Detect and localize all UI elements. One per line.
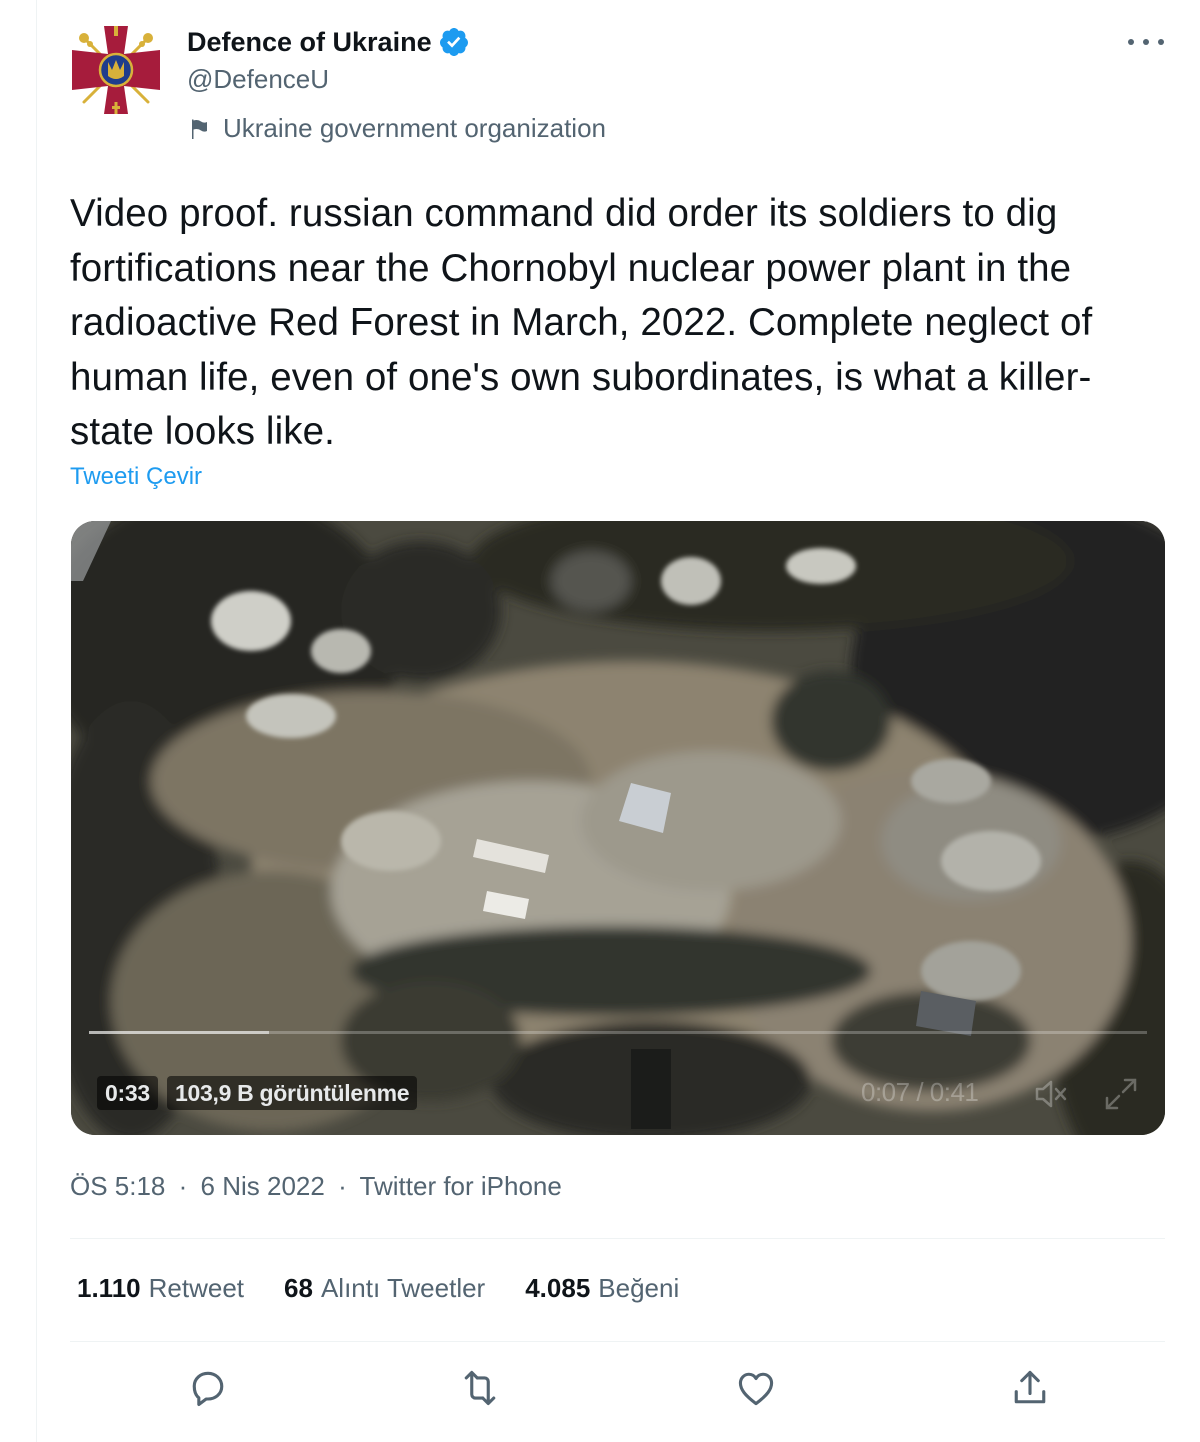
action-bar [0, 1366, 1200, 1410]
timeline-border [36, 0, 37, 1442]
video-player[interactable]: 0:33 103,9 B görüntülenme 0:07 / 0:41 [71, 521, 1165, 1135]
translate-link[interactable]: Tweeti Çevir [70, 463, 202, 491]
ministry-emblem-icon [72, 26, 160, 114]
like-count: 4.085 [525, 1273, 591, 1303]
retweet-icon[interactable] [458, 1366, 502, 1410]
meta-separator: · [178, 1171, 188, 1201]
avatar[interactable] [70, 24, 162, 116]
verified-badge-icon [439, 28, 468, 56]
mute-icon[interactable] [1031, 1074, 1071, 1114]
handle[interactable]: @DefenceU [187, 64, 606, 95]
meta-separator: · [338, 1171, 347, 1201]
video-frame [71, 521, 1165, 1135]
divider [70, 1341, 1165, 1342]
quote-count: 68 [284, 1273, 313, 1303]
quote-label: Alıntı Tweetler [320, 1273, 486, 1303]
tweet-date[interactable]: 6 Nis 2022 [201, 1171, 325, 1201]
display-name[interactable]: Defence of Ukraine [187, 27, 432, 58]
affiliation-text: Ukraine government organization [223, 113, 606, 143]
divider [70, 1238, 1165, 1239]
engagement-stats: 1.110 Retweet 68 Alıntı Tweetler 4.085 Beğe… [77, 1273, 719, 1304]
remaining-time-badge: 0:33 [97, 1076, 158, 1110]
retweet-stat[interactable]: 1.110 Retweet [77, 1273, 244, 1304]
flag-icon [192, 119, 207, 139]
affiliation-label: Ukraine government organization [187, 113, 606, 144]
share-icon[interactable] [1008, 1366, 1052, 1410]
progress-bar[interactable] [89, 1031, 1147, 1034]
like-stat[interactable]: 4.085 Beğeni [525, 1273, 679, 1304]
more-icon[interactable] [1128, 30, 1164, 54]
tweet-text: Video proof. russian command did order i… [70, 192, 1093, 453]
fullscreen-icon[interactable] [1101, 1074, 1141, 1114]
progress-fill [89, 1031, 269, 1034]
timecode: 0:07 / 0:41 [861, 1077, 979, 1107]
retweet-count: 1.110 [77, 1273, 141, 1303]
quote-stat[interactable]: 68 Alıntı Tweetler [284, 1273, 485, 1304]
like-label: Beğeni [598, 1273, 680, 1303]
like-icon[interactable] [734, 1366, 778, 1410]
author-block: Defence of Ukraine @DefenceU Ukraine gov… [187, 24, 606, 144]
view-count-badge: 103,9 B görüntülenme [167, 1076, 418, 1110]
tweet-meta: ÖS 5:18 · 6 Nis 2022 · Twitter for iPhon… [70, 1171, 562, 1202]
tweet-source[interactable]: Twitter for iPhone [360, 1171, 562, 1201]
retweet-label: Retweet [148, 1273, 245, 1303]
reply-icon[interactable] [186, 1366, 230, 1410]
tweet-time[interactable]: ÖS 5:18 [70, 1171, 165, 1201]
